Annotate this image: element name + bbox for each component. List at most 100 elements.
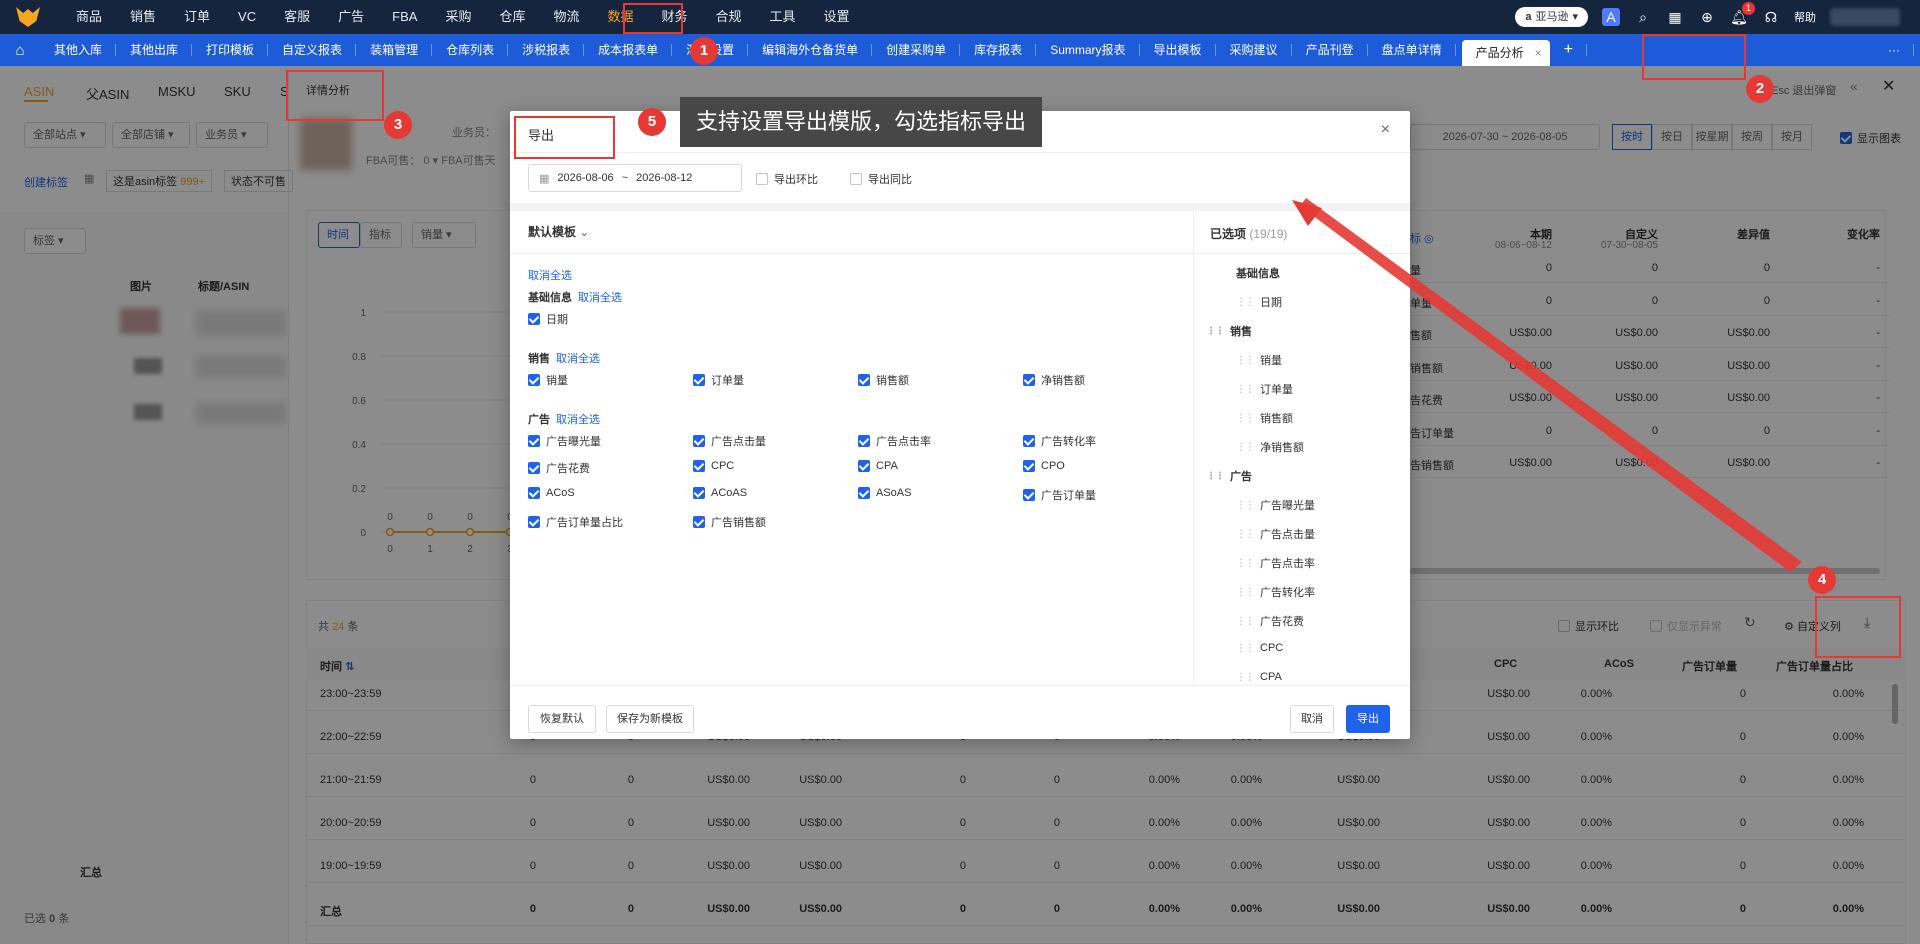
selected-item[interactable]: ⋮⋮ 广告转化率	[1236, 584, 1315, 600]
metric-label: 销量	[546, 375, 568, 387]
selected-item[interactable]: ⋮⋮ 销量	[1236, 352, 1282, 368]
drag-handle-icon[interactable]: ⋮⋮	[1236, 643, 1255, 654]
metric-checkbox[interactable]	[528, 374, 540, 386]
metric-checkbox-item[interactable]: CPO	[1023, 460, 1065, 472]
metric-checkbox-item[interactable]: 广告点击量	[693, 433, 766, 449]
drag-handle-icon[interactable]: ⋮⋮	[1236, 413, 1255, 424]
metric-checkbox[interactable]	[693, 435, 705, 447]
metric-label: 净销售额	[1041, 375, 1085, 387]
metric-checkbox-item[interactable]: 广告销售额	[693, 514, 766, 530]
cancel-button[interactable]: 取消	[1290, 705, 1334, 733]
metric-label: CPC	[711, 460, 735, 472]
metric-checkbox[interactable]	[528, 313, 540, 325]
drag-handle-icon[interactable]: ⋮⋮	[1236, 616, 1255, 627]
annotation-box-data-menu	[623, 3, 683, 34]
export-mom-checkbox[interactable]	[756, 173, 768, 185]
metric-checkbox-item[interactable]: CPC	[693, 460, 734, 472]
metric-checkbox[interactable]	[1023, 460, 1035, 472]
metric-checkbox[interactable]	[858, 487, 870, 499]
drag-handle-icon[interactable]: ⋮⋮	[1236, 672, 1255, 683]
export-date-start: 2026-08-06	[557, 172, 614, 184]
group-deselect-link[interactable]: 取消全选	[556, 411, 600, 427]
selected-item[interactable]: ⋮⋮ 广告花费	[1236, 613, 1304, 629]
selected-item[interactable]: ⋮⋮ 销售额	[1236, 410, 1293, 426]
metric-checkbox-item[interactable]: 广告转化率	[1023, 433, 1096, 449]
metric-checkbox-item[interactable]: 广告订单量占比	[528, 514, 623, 530]
group-name: 广告	[528, 414, 550, 426]
metric-checkbox[interactable]	[858, 435, 870, 447]
metric-checkbox[interactable]	[693, 516, 705, 528]
metric-checkbox[interactable]	[528, 516, 540, 528]
metric-checkbox-item[interactable]: 销售额	[858, 372, 909, 388]
selected-item[interactable]: ⋮⋮ 订单量	[1236, 381, 1293, 397]
drag-handle-icon[interactable]: ⋮⋮	[1206, 326, 1225, 337]
export-yoy-option[interactable]: 导出同比	[850, 171, 912, 187]
drag-handle-icon[interactable]: ⋮⋮	[1236, 529, 1255, 540]
selected-item[interactable]: ⋮⋮ 广告点击量	[1236, 526, 1315, 542]
metric-checkbox[interactable]	[1023, 374, 1035, 386]
deselect-all-link[interactable]: 取消全选	[528, 267, 572, 283]
drag-handle-icon[interactable]: ⋮⋮	[1236, 500, 1255, 511]
drag-handle-icon[interactable]: ⋮⋮	[1236, 297, 1255, 308]
close-dialog-icon[interactable]: ×	[1381, 121, 1390, 139]
metric-checkbox-item[interactable]: 日期	[528, 311, 568, 327]
export-yoy-checkbox[interactable]	[850, 173, 862, 185]
metric-checkbox[interactable]	[693, 487, 705, 499]
drag-handle-icon[interactable]: ⋮⋮	[1236, 558, 1255, 569]
drag-handle-icon[interactable]: ⋮⋮	[1236, 442, 1255, 453]
metric-checkbox-item[interactable]: 销量	[528, 372, 568, 388]
metric-checkbox[interactable]	[1023, 489, 1035, 501]
metric-label: 日期	[546, 314, 568, 326]
group-deselect-link[interactable]: 取消全选	[556, 350, 600, 366]
export-date-range[interactable]: ▦ 2026-08-06 ~ 2026-08-12	[528, 164, 742, 192]
export-mom-option[interactable]: 导出环比	[756, 171, 818, 187]
metric-checkbox[interactable]	[858, 460, 870, 472]
save-template-button[interactable]: 保存为新模板	[606, 705, 694, 733]
drag-handle-icon[interactable]: ⋮⋮	[1236, 587, 1255, 598]
export-yoy-label: 导出同比	[868, 174, 912, 186]
selected-item[interactable]: ⋮⋮ 广告曝光量	[1236, 497, 1315, 513]
selected-group-label: 销售	[1230, 326, 1252, 338]
drag-handle-icon[interactable]: ⋮⋮	[1206, 471, 1225, 482]
annotation-box-detail-tab	[286, 70, 384, 121]
metric-checkbox-item[interactable]: 广告点击率	[858, 433, 931, 449]
metric-checkbox[interactable]	[528, 462, 540, 474]
metric-checkbox-item[interactable]: ACoS	[528, 487, 575, 499]
metric-checkbox-item[interactable]: CPA	[858, 460, 898, 472]
selected-item[interactable]: ⋮⋮ 广告点击率	[1236, 555, 1315, 571]
metric-checkbox-item[interactable]: 广告订单量	[1023, 487, 1096, 503]
template-divider	[510, 253, 1193, 254]
metric-checkbox[interactable]	[693, 460, 705, 472]
drag-handle-icon[interactable]: ⋮⋮	[1236, 355, 1255, 366]
metric-label: 广告订单量	[1041, 490, 1096, 502]
metric-checkbox-item[interactable]: ASoAS	[858, 487, 911, 499]
template-label: 默认模板	[528, 225, 577, 239]
metric-checkbox-item[interactable]: 广告曝光量	[528, 433, 601, 449]
selected-item[interactable]: ⋮⋮ 净销售额	[1236, 439, 1304, 455]
export-button[interactable]: 导出	[1346, 705, 1390, 733]
metric-checkbox[interactable]	[528, 487, 540, 499]
metric-checkbox[interactable]	[858, 374, 870, 386]
metric-checkbox[interactable]	[1023, 435, 1035, 447]
drag-handle-icon[interactable]: ⋮⋮	[1236, 384, 1255, 395]
step-4-marker: 4	[1808, 566, 1836, 594]
metric-checkbox[interactable]	[693, 374, 705, 386]
metric-label: 广告订单量占比	[546, 517, 623, 529]
selected-item[interactable]: ⋮⋮ CPC	[1236, 642, 1283, 654]
group-deselect-link[interactable]: 取消全选	[578, 289, 622, 305]
step-3-marker: 3	[384, 111, 412, 139]
selected-group-label: 广告	[1230, 471, 1252, 483]
metric-checkbox-item[interactable]: 净销售额	[1023, 372, 1085, 388]
restore-default-button[interactable]: 恢复默认	[528, 705, 596, 733]
selected-count-label: (19/19)	[1249, 227, 1288, 241]
export-date-sep: ~	[621, 172, 629, 184]
chevron-down-icon: ⌄	[579, 225, 590, 239]
selected-item[interactable]: ⋮⋮ 日期	[1236, 294, 1282, 310]
metric-checkbox-item[interactable]: ACoAS	[693, 487, 747, 499]
metric-checkbox-item[interactable]: 订单量	[693, 372, 744, 388]
metric-checkbox[interactable]	[528, 435, 540, 447]
template-select[interactable]: 默认模板 ⌄	[528, 223, 589, 240]
metric-label: 广告转化率	[1041, 436, 1096, 448]
metric-checkbox-item[interactable]: 广告花费	[528, 460, 590, 476]
selected-item[interactable]: ⋮⋮ CPA	[1236, 671, 1282, 683]
